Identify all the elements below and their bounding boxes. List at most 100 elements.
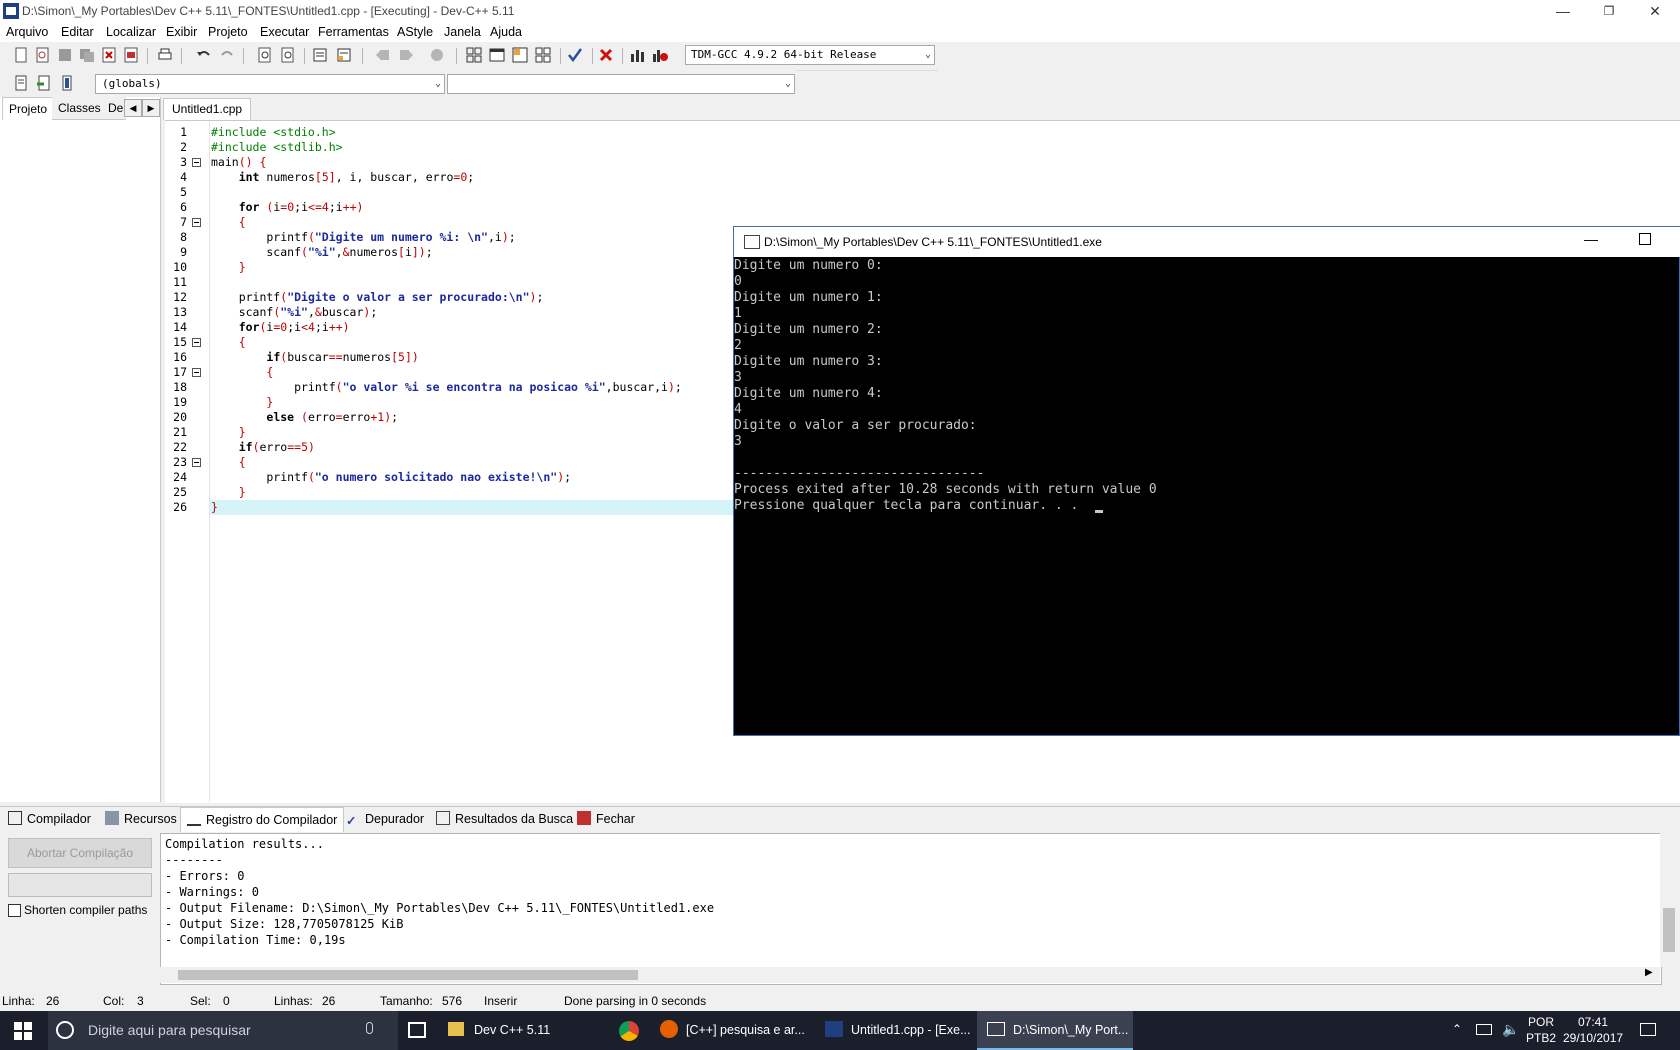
compile-run-icon[interactable]	[511, 46, 529, 64]
microphone-icon[interactable]	[366, 1022, 373, 1034]
task-view-icon[interactable]	[408, 1022, 426, 1038]
compile-icon[interactable]	[465, 46, 483, 64]
close-all-icon[interactable]	[122, 46, 140, 64]
redo-icon[interactable]	[218, 46, 236, 64]
devcpp-icon	[825, 1021, 843, 1037]
toggle-bookmark-icon[interactable]	[35, 74, 53, 92]
menu-projeto[interactable]: Projeto	[208, 25, 248, 39]
minimize-button[interactable]: —	[1540, 0, 1586, 22]
replace-icon[interactable]	[279, 46, 297, 64]
line-number: 23	[173, 455, 187, 469]
compiler-log[interactable]: Compilation results... -------- - Errors…	[160, 833, 1662, 985]
delete-profile-icon[interactable]	[651, 46, 669, 64]
scope-combo[interactable]: (globals) ⌄	[95, 74, 445, 94]
tab-compilador[interactable]: Compilador	[8, 807, 91, 831]
menu-executar[interactable]: Executar	[260, 25, 309, 39]
tab-classes[interactable]: Classes	[52, 97, 107, 120]
tab-scroll-left-icon[interactable]: ◀	[124, 99, 142, 117]
console-minimize-button[interactable]: —	[1584, 231, 1598, 247]
goto-bookmark-icon[interactable]	[58, 74, 76, 92]
line-number: 7	[180, 215, 187, 229]
fold-toggle-icon[interactable]	[192, 338, 201, 347]
menu-astyle[interactable]: AStyle	[397, 25, 433, 39]
abort-compilation-button[interactable]: Abortar Compilação	[8, 838, 152, 868]
tab-projeto[interactable]: Projeto	[2, 97, 55, 120]
status-sel: 0	[223, 994, 230, 1008]
hscroll-right-icon[interactable]: ▶	[1645, 967, 1653, 978]
menu-janela[interactable]: Janela	[444, 25, 481, 39]
chrome-icon[interactable]	[619, 1021, 639, 1041]
stop-execution-icon[interactable]	[597, 46, 615, 64]
fold-toggle-icon[interactable]	[192, 158, 201, 167]
unindent-icon[interactable]	[335, 46, 353, 64]
menu-localizar[interactable]: Localizar	[106, 25, 156, 39]
taskbar-item-devcpp-folder[interactable]: Dev C++ 5.11	[448, 1011, 608, 1050]
menu-bar: Arquivo Editar Localizar Exibir Projeto …	[0, 22, 1680, 42]
hscroll-thumb[interactable]	[178, 970, 638, 980]
menu-editar[interactable]: Editar	[61, 25, 94, 39]
undo-icon[interactable]	[195, 46, 213, 64]
tab-registro-do-compilador[interactable]: Registro do Compilador	[180, 807, 345, 832]
indent-icon[interactable]	[311, 46, 329, 64]
menu-ajuda[interactable]: Ajuda	[490, 25, 522, 39]
find-icon[interactable]	[256, 46, 274, 64]
tab-resultados-da-busca[interactable]: Resultados da Busca	[436, 807, 573, 831]
line-number: 21	[173, 425, 187, 439]
compiler-log-text: Compilation results... -------- - Errors…	[165, 837, 715, 947]
taskbar-search-box[interactable]: Digite aqui para pesquisar	[48, 1011, 398, 1050]
close-button[interactable]: ✕	[1632, 0, 1678, 22]
console-window[interactable]: D:\Simon\_My Portables\Dev C++ 5.11\_FON…	[733, 226, 1680, 736]
menu-exibir[interactable]: Exibir	[166, 25, 197, 39]
line-number: 1	[180, 125, 187, 139]
open-file-icon[interactable]	[34, 46, 52, 64]
tab-scroll-right-icon[interactable]: ▶	[142, 99, 160, 117]
log-vertical-scrollbar[interactable]	[1660, 833, 1678, 967]
show-hidden-icons-icon[interactable]: ⌃	[1452, 1022, 1462, 1036]
taskbar-item-firefox[interactable]: [C++] pesquisa e ar...	[660, 1011, 820, 1050]
syntax-check-icon[interactable]	[566, 46, 584, 64]
taskbar-item-console[interactable]: D:\Simon\_My Port...	[977, 1011, 1133, 1050]
tab-depurador[interactable]: ✓ Depurador	[346, 807, 424, 831]
back-icon[interactable]	[374, 46, 392, 64]
tab-debug[interactable]: De	[102, 97, 126, 120]
member-combo[interactable]: ⌄	[447, 74, 795, 94]
firefox-icon	[660, 1020, 678, 1038]
run-icon[interactable]	[488, 46, 506, 64]
close-file-icon[interactable]	[100, 46, 118, 64]
insert-icon[interactable]	[12, 74, 30, 92]
tab-fechar[interactable]: Fechar	[577, 807, 635, 831]
print-icon[interactable]	[156, 46, 174, 64]
volume-icon[interactable]: 🔈	[1502, 1021, 1519, 1038]
forward-icon[interactable]	[397, 46, 415, 64]
console-maximize-button[interactable]	[1639, 233, 1651, 245]
restore-button[interactable]: ❐	[1586, 0, 1632, 22]
tab-recursos[interactable]: Recursos	[105, 807, 177, 831]
menu-arquivo[interactable]: Arquivo	[6, 25, 48, 39]
profile-icon[interactable]	[628, 46, 646, 64]
new-file-icon[interactable]	[12, 46, 30, 64]
keyboard-layout[interactable]: PTB2	[1526, 1031, 1556, 1045]
fold-toggle-icon[interactable]	[192, 218, 201, 227]
vscroll-thumb[interactable]	[1663, 908, 1675, 952]
action-center-icon[interactable]	[1640, 1023, 1656, 1036]
compiler-select[interactable]: TDM-GCC 4.9.2 64-bit Release ⌄	[685, 45, 935, 65]
save-all-icon[interactable]	[78, 46, 96, 64]
windows-start-icon[interactable]	[14, 1022, 32, 1043]
network-icon[interactable]	[1476, 1024, 1492, 1035]
clock-date[interactable]: 29/10/2017	[1563, 1031, 1623, 1045]
clock-time[interactable]: 07:41	[1578, 1015, 1608, 1029]
save-icon[interactable]	[56, 46, 74, 64]
goto-icon[interactable]	[428, 46, 446, 64]
editor-tab-untitled1[interactable]: Untitled1.cpp	[163, 98, 252, 120]
rebuild-icon[interactable]	[534, 46, 552, 64]
menu-ferramentas[interactable]: Ferramentas	[318, 25, 389, 39]
fold-toggle-icon[interactable]	[192, 368, 201, 377]
compiler-select-value: TDM-GCC 4.9.2 64-bit Release	[691, 48, 877, 61]
taskbar-item-untitled1[interactable]: Untitled1.cpp - [Exe...	[825, 1011, 977, 1050]
language-indicator[interactable]: POR	[1528, 1015, 1554, 1029]
line-number: 18	[173, 380, 187, 394]
fold-toggle-icon[interactable]	[192, 458, 201, 467]
chevron-down-icon: ⌄	[924, 49, 931, 60]
shorten-paths-checkbox[interactable]	[8, 904, 21, 917]
log-horizontal-scrollbar[interactable]: ▶	[160, 967, 1660, 983]
